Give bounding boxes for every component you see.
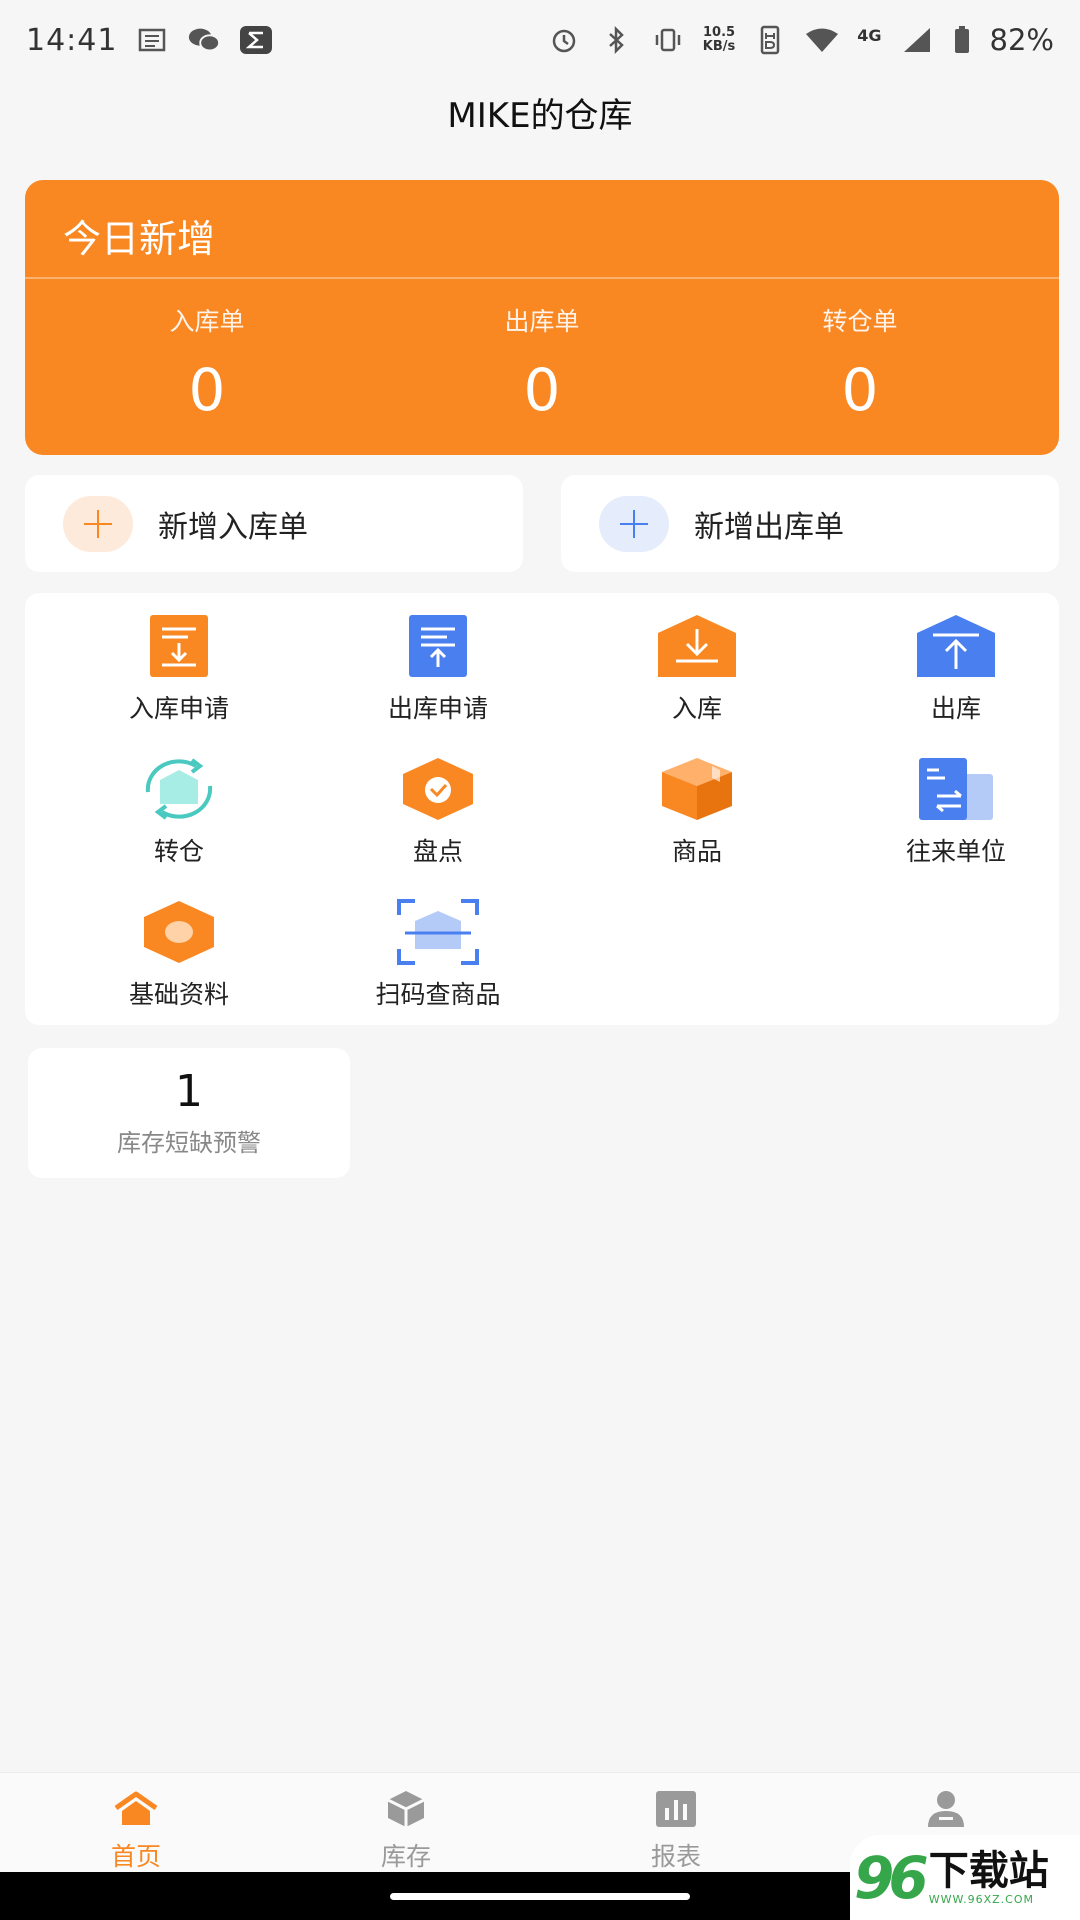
grid-label: 入库申请 xyxy=(128,694,229,723)
net-speed-unit: KB/s xyxy=(702,39,736,54)
grid-label: 出库申请 xyxy=(387,694,488,723)
function-grid: 入库申请 出库申请 入库 出库 转仓 盘点 商品 往来单位 基础资料 扫码查商品 xyxy=(25,593,1059,1025)
sigma-app-icon xyxy=(239,25,273,55)
tab-report[interactable]: 报表 xyxy=(606,1787,746,1873)
profile-icon xyxy=(876,1787,1016,1831)
grid-label: 出库 xyxy=(930,694,981,723)
transfer-icon xyxy=(134,750,224,822)
wechat-icon xyxy=(187,25,221,55)
stat-label: 入库单 xyxy=(169,307,245,336)
home-icon xyxy=(66,1787,206,1831)
alarm-icon xyxy=(547,25,581,55)
grid-item-transfer[interactable]: 转仓 xyxy=(79,750,279,880)
tab-label: 库存 xyxy=(380,1842,431,1871)
stock-shortage-warning-card[interactable]: 1 库存短缺预警 xyxy=(28,1048,350,1178)
stat-label: 出库单 xyxy=(504,307,580,336)
grid-label: 入库 xyxy=(671,694,722,723)
watermark-text: 下载站 WWW.96XZ.COM xyxy=(929,1849,1049,1906)
outbound-icon xyxy=(911,607,1001,679)
grid-label: 往来单位 xyxy=(905,837,1006,866)
status-bar: 14:41 10.5 KB/s 4G 82% xyxy=(0,0,1080,80)
battery-level: 82% xyxy=(989,23,1054,57)
stat-value: 0 xyxy=(841,356,879,424)
tab-label: 首页 xyxy=(110,1842,161,1871)
news-icon xyxy=(135,25,169,55)
grid-item-product[interactable]: 商品 xyxy=(597,750,797,880)
tab-profile[interactable] xyxy=(876,1787,1016,1837)
page-title: MIKE的仓库 xyxy=(447,96,633,136)
inbound-icon xyxy=(652,607,742,679)
home-indicator[interactable] xyxy=(390,1893,690,1900)
today-title: 今日新增 xyxy=(63,217,216,261)
partner-icon xyxy=(911,750,1001,822)
today-summary-card: 今日新增 入库单 0 出库单 0 转仓单 0 xyxy=(25,180,1059,455)
warning-label: 库存短缺预警 xyxy=(117,1129,261,1157)
stat-label: 转仓单 xyxy=(822,307,898,336)
grid-label: 商品 xyxy=(671,837,722,866)
status-time: 14:41 xyxy=(26,22,118,58)
grid-label: 扫码查商品 xyxy=(375,980,501,1009)
hd-icon xyxy=(753,25,787,55)
grid-item-stocktake[interactable]: 盘点 xyxy=(338,750,538,880)
basic-data-icon xyxy=(134,893,224,965)
stat-value: 0 xyxy=(188,356,226,424)
grid-item-basic-data[interactable]: 基础资料 xyxy=(79,893,279,1023)
report-icon xyxy=(606,1787,746,1831)
bluetooth-icon xyxy=(599,25,633,55)
status-left: 14:41 xyxy=(26,23,273,58)
plus-icon xyxy=(63,495,133,552)
vibrate-icon xyxy=(651,25,685,55)
grid-item-partner[interactable]: 往来单位 xyxy=(856,750,1056,880)
tab-home[interactable]: 首页 xyxy=(66,1787,206,1873)
watermark-number: 96 xyxy=(854,1843,929,1912)
grid-item-outbound[interactable]: 出库 xyxy=(856,607,1056,737)
tab-label: 报表 xyxy=(650,1842,701,1871)
grid-item-outbound-request[interactable]: 出库申请 xyxy=(338,607,538,737)
net-type: 4G xyxy=(857,25,882,45)
new-outbound-order-button[interactable]: 新增出库单 xyxy=(561,475,1059,572)
stocktake-icon xyxy=(393,750,483,822)
quick-action-label: 新增出库单 xyxy=(694,509,844,545)
stat-outbound[interactable]: 出库单 0 xyxy=(442,302,642,424)
quick-action-label: 新增入库单 xyxy=(158,509,308,545)
grid-label: 盘点 xyxy=(412,837,463,866)
scan-icon xyxy=(393,893,483,965)
inventory-icon xyxy=(336,1787,476,1831)
tab-inventory[interactable]: 库存 xyxy=(336,1787,476,1873)
grid-item-scan-product[interactable]: 扫码查商品 xyxy=(338,893,538,1023)
grid-item-inbound-request[interactable]: 入库申请 xyxy=(79,607,279,737)
watermark-title: 下载站 xyxy=(928,1848,1049,1894)
warning-count: 1 xyxy=(175,1066,203,1117)
status-right: 10.5 KB/s 4G 82% xyxy=(547,23,1054,57)
stat-inbound[interactable]: 入库单 0 xyxy=(107,302,307,424)
net-speed: 10.5 KB/s xyxy=(703,26,735,54)
grid-label: 转仓 xyxy=(153,837,204,866)
inbound-request-icon xyxy=(134,607,224,679)
grid-item-inbound[interactable]: 入库 xyxy=(597,607,797,737)
plus-icon xyxy=(599,495,669,552)
new-inbound-order-button[interactable]: 新增入库单 xyxy=(25,475,523,572)
stat-transfer[interactable]: 转仓单 0 xyxy=(760,302,960,424)
product-box-icon xyxy=(652,750,742,822)
grid-label: 基础资料 xyxy=(128,980,229,1009)
outbound-request-icon xyxy=(393,607,483,679)
signal-icon xyxy=(900,25,934,55)
wifi-icon xyxy=(805,25,839,55)
net-speed-value: 10.5 xyxy=(702,25,736,40)
stat-value: 0 xyxy=(523,356,561,424)
today-divider xyxy=(25,277,1059,279)
site-watermark-logo: 96 下载站 WWW.96XZ.COM xyxy=(850,1835,1080,1920)
battery-icon xyxy=(952,25,972,55)
watermark-url: WWW.96XZ.COM xyxy=(928,1893,1034,1906)
